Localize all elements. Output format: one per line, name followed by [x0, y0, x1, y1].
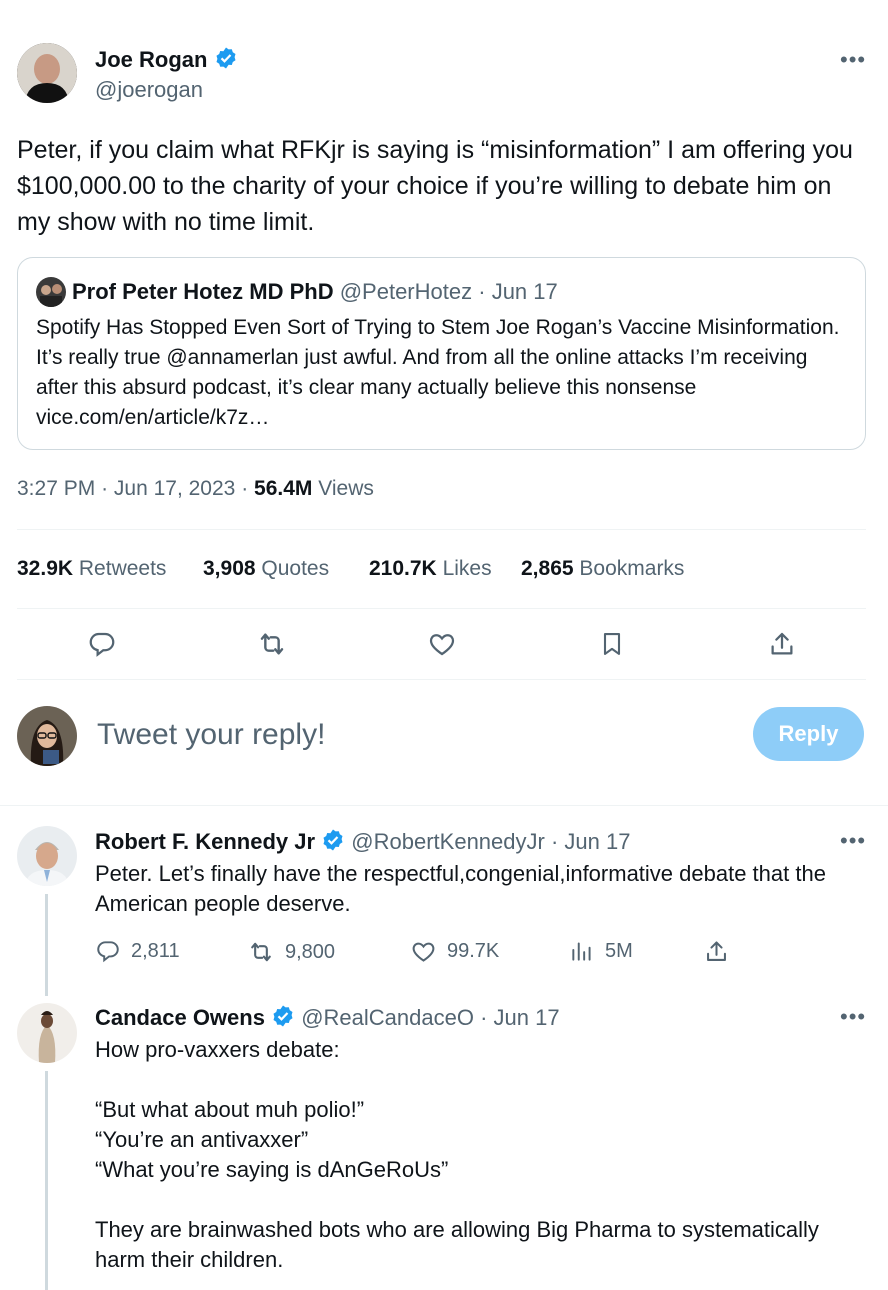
author-name-row: Joe Rogan [95, 46, 238, 76]
reply-author-avatar[interactable] [17, 1003, 77, 1063]
retweet-count: 9,800 [285, 940, 336, 963]
like-icon [412, 942, 435, 962]
reply-header: Robert F. Kennedy Jr @RobertKennedyJr · … [95, 828, 630, 858]
tweet-time[interactable]: 3:27 PM [17, 477, 95, 500]
share-icon[interactable] [765, 627, 799, 661]
author-avatar[interactable] [17, 43, 77, 103]
divider [17, 608, 866, 609]
divider [17, 679, 866, 680]
reply-text: Peter. Let’s finally have the respectful… [95, 861, 826, 916]
verified-badge-icon [271, 1004, 295, 1034]
reply-text-line: How pro-vaxxers debate: [95, 1037, 340, 1062]
reply-text-line: “You’re an antivaxxer” [95, 1127, 309, 1152]
reply-icon[interactable] [85, 627, 119, 661]
reply-text-line: They are brainwashed bots who are allowi… [95, 1217, 819, 1272]
share-icon [707, 941, 726, 961]
separator-dot: · [101, 477, 109, 500]
separator-dot: · [478, 279, 486, 304]
share-button[interactable] [703, 938, 730, 965]
quoted-author-avatar [36, 277, 66, 307]
bookmark-icon[interactable] [595, 627, 629, 661]
author-handle[interactable]: @joerogan [95, 77, 203, 103]
tweet-date[interactable]: Jun 17, 2023 [114, 477, 235, 500]
like-icon[interactable] [425, 627, 459, 661]
separator-dot: · [241, 477, 249, 500]
reply-button[interactable]: Reply [753, 707, 864, 761]
reply-text-line: “But what about muh polio!” [95, 1097, 365, 1122]
like-count: 99.7K [447, 940, 500, 962]
divider [17, 529, 866, 530]
verified-badge-icon [321, 828, 345, 858]
quoted-author-name: Prof Peter Hotez MD PhD [72, 279, 334, 304]
reply-author-handle[interactable]: @RealCandaceO [301, 1005, 474, 1030]
reply-author-name[interactable]: Candace Owens [95, 1005, 265, 1030]
stat-retweets[interactable]: 32.9K Retweets [17, 557, 166, 581]
current-user-avatar[interactable] [17, 706, 77, 766]
reply-header: Candace Owens @RealCandaceO · Jun 17 [95, 1004, 560, 1034]
author-name[interactable]: Joe Rogan [95, 47, 207, 72]
retweet-count-button[interactable]: 9,800 [247, 938, 335, 966]
retweet-icon[interactable] [255, 627, 289, 661]
reply-input[interactable]: Tweet your reply! [97, 718, 325, 752]
stat-likes[interactable]: 210.7K Likes [369, 557, 492, 581]
views-count: 56.4M [254, 477, 313, 500]
retweet-icon [251, 942, 271, 962]
quoted-header: Prof Peter Hotez MD PhD @PeterHotez · Ju… [72, 279, 558, 305]
section-divider [0, 805, 888, 806]
quoted-text: Spotify Has Stopped Even Sort of Trying … [36, 316, 840, 429]
quoted-date: Jun 17 [491, 279, 558, 304]
verified-badge-icon [214, 46, 238, 76]
reply-count-button[interactable]: 2,811 [95, 938, 180, 964]
thread-line [45, 894, 48, 996]
more-options-icon[interactable]: ••• [840, 49, 866, 71]
views-count-button[interactable]: 5M [569, 938, 633, 964]
reply-count: 2,811 [131, 939, 180, 962]
separator-dot: · [480, 1004, 488, 1030]
timestamp-row: 3:27 PM · Jun 17, 2023 · 56.4M Views [17, 477, 374, 501]
reply-date[interactable]: Jun 17 [494, 1005, 560, 1030]
reply-author-avatar[interactable] [17, 826, 77, 886]
reply-date[interactable]: Jun 17 [564, 829, 630, 854]
more-options-icon[interactable]: ••• [840, 830, 866, 852]
reply-text-line: “What you’re saying is dAnGeRoUs” [95, 1157, 449, 1182]
tweet-text: Peter, if you claim what RFKjr is saying… [17, 136, 853, 236]
views-label: Views [318, 477, 374, 500]
quoted-author-handle: @PeterHotez [339, 279, 473, 304]
stat-bookmarks[interactable]: 2,865 Bookmarks [521, 557, 684, 581]
analytics-icon [572, 942, 591, 961]
reply-author-name[interactable]: Robert F. Kennedy Jr [95, 829, 315, 854]
separator-dot: · [550, 828, 559, 854]
thread-line [45, 1071, 48, 1290]
reply-icon [97, 941, 119, 963]
reply-author-handle[interactable]: @RobertKennedyJr [351, 829, 545, 854]
views-count: 5M [605, 939, 633, 962]
like-count-button[interactable]: 99.7K [410, 938, 499, 965]
stat-quotes[interactable]: 3,908 Quotes [203, 557, 329, 581]
more-options-icon[interactable]: ••• [840, 1006, 866, 1028]
